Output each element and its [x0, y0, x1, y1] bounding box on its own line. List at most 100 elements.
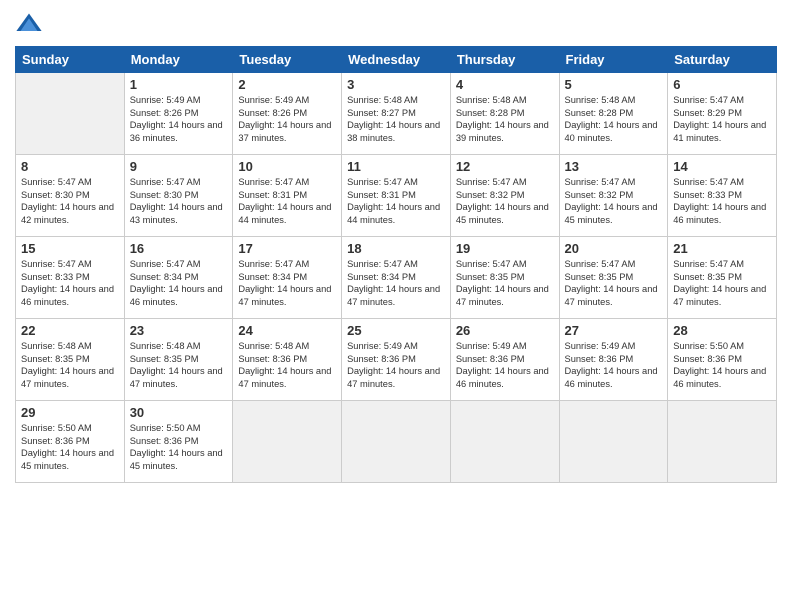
day-cell-19: 19 Sunrise: 5:47 AMSunset: 8:35 PMDaylig… [450, 237, 559, 319]
day-info: Sunrise: 5:48 AMSunset: 8:35 PMDaylight:… [130, 340, 228, 390]
day-info: Sunrise: 5:47 AMSunset: 8:31 PMDaylight:… [347, 176, 445, 226]
day-number: 1 [130, 77, 228, 92]
day-info: Sunrise: 5:47 AMSunset: 8:35 PMDaylight:… [565, 258, 663, 308]
day-number: 17 [238, 241, 336, 256]
day-cell-14: 14 Sunrise: 5:47 AMSunset: 8:33 PMDaylig… [668, 155, 777, 237]
day-number: 5 [565, 77, 663, 92]
page: SundayMondayTuesdayWednesdayThursdayFrid… [0, 0, 792, 612]
day-cell-23: 23 Sunrise: 5:48 AMSunset: 8:35 PMDaylig… [124, 319, 233, 401]
day-cell-4: 4 Sunrise: 5:48 AMSunset: 8:28 PMDayligh… [450, 73, 559, 155]
day-info: Sunrise: 5:47 AMSunset: 8:32 PMDaylight:… [456, 176, 554, 226]
day-info: Sunrise: 5:47 AMSunset: 8:35 PMDaylight:… [456, 258, 554, 308]
day-cell-12: 12 Sunrise: 5:47 AMSunset: 8:32 PMDaylig… [450, 155, 559, 237]
day-number: 27 [565, 323, 663, 338]
day-number: 28 [673, 323, 771, 338]
day-info: Sunrise: 5:50 AMSunset: 8:36 PMDaylight:… [21, 422, 119, 472]
day-cell-27: 27 Sunrise: 5:49 AMSunset: 8:36 PMDaylig… [559, 319, 668, 401]
day-number: 19 [456, 241, 554, 256]
day-info: Sunrise: 5:48 AMSunset: 8:35 PMDaylight:… [21, 340, 119, 390]
day-number: 22 [21, 323, 119, 338]
header-cell-friday: Friday [559, 47, 668, 73]
day-number: 8 [21, 159, 119, 174]
day-number: 11 [347, 159, 445, 174]
day-cell-10: 10 Sunrise: 5:47 AMSunset: 8:31 PMDaylig… [233, 155, 342, 237]
day-info: Sunrise: 5:47 AMSunset: 8:34 PMDaylight:… [238, 258, 336, 308]
day-cell-17: 17 Sunrise: 5:47 AMSunset: 8:34 PMDaylig… [233, 237, 342, 319]
day-number: 25 [347, 323, 445, 338]
day-cell-8: 8 Sunrise: 5:47 AMSunset: 8:30 PMDayligh… [16, 155, 125, 237]
day-cell-24: 24 Sunrise: 5:48 AMSunset: 8:36 PMDaylig… [233, 319, 342, 401]
day-info: Sunrise: 5:49 AMSunset: 8:36 PMDaylight:… [347, 340, 445, 390]
header-row: SundayMondayTuesdayWednesdayThursdayFrid… [16, 47, 777, 73]
day-info: Sunrise: 5:49 AMSunset: 8:26 PMDaylight:… [238, 94, 336, 144]
day-info: Sunrise: 5:47 AMSunset: 8:34 PMDaylight:… [347, 258, 445, 308]
day-number: 9 [130, 159, 228, 174]
week-row-0: 1 Sunrise: 5:49 AMSunset: 8:26 PMDayligh… [16, 73, 777, 155]
day-cell-11: 11 Sunrise: 5:47 AMSunset: 8:31 PMDaylig… [342, 155, 451, 237]
day-number: 21 [673, 241, 771, 256]
day-cell-28: 28 Sunrise: 5:50 AMSunset: 8:36 PMDaylig… [668, 319, 777, 401]
day-info: Sunrise: 5:50 AMSunset: 8:36 PMDaylight:… [673, 340, 771, 390]
day-number: 23 [130, 323, 228, 338]
calendar-table: SundayMondayTuesdayWednesdayThursdayFrid… [15, 46, 777, 483]
day-number: 6 [673, 77, 771, 92]
week-row-2: 15 Sunrise: 5:47 AMSunset: 8:33 PMDaylig… [16, 237, 777, 319]
empty-cell [16, 73, 125, 155]
day-cell-2: 2 Sunrise: 5:49 AMSunset: 8:26 PMDayligh… [233, 73, 342, 155]
day-info: Sunrise: 5:47 AMSunset: 8:34 PMDaylight:… [130, 258, 228, 308]
day-info: Sunrise: 5:48 AMSunset: 8:27 PMDaylight:… [347, 94, 445, 144]
day-info: Sunrise: 5:47 AMSunset: 8:33 PMDaylight:… [673, 176, 771, 226]
empty-cell [450, 401, 559, 483]
day-cell-20: 20 Sunrise: 5:47 AMSunset: 8:35 PMDaylig… [559, 237, 668, 319]
header [15, 10, 777, 38]
calendar-body: 1 Sunrise: 5:49 AMSunset: 8:26 PMDayligh… [16, 73, 777, 483]
day-number: 3 [347, 77, 445, 92]
day-info: Sunrise: 5:49 AMSunset: 8:26 PMDaylight:… [130, 94, 228, 144]
day-cell-13: 13 Sunrise: 5:47 AMSunset: 8:32 PMDaylig… [559, 155, 668, 237]
day-cell-1: 1 Sunrise: 5:49 AMSunset: 8:26 PMDayligh… [124, 73, 233, 155]
day-number: 10 [238, 159, 336, 174]
day-info: Sunrise: 5:49 AMSunset: 8:36 PMDaylight:… [456, 340, 554, 390]
header-cell-saturday: Saturday [668, 47, 777, 73]
day-number: 16 [130, 241, 228, 256]
day-info: Sunrise: 5:49 AMSunset: 8:36 PMDaylight:… [565, 340, 663, 390]
day-info: Sunrise: 5:47 AMSunset: 8:31 PMDaylight:… [238, 176, 336, 226]
day-number: 26 [456, 323, 554, 338]
day-cell-26: 26 Sunrise: 5:49 AMSunset: 8:36 PMDaylig… [450, 319, 559, 401]
header-cell-thursday: Thursday [450, 47, 559, 73]
empty-cell [559, 401, 668, 483]
day-number: 13 [565, 159, 663, 174]
header-cell-monday: Monday [124, 47, 233, 73]
day-number: 4 [456, 77, 554, 92]
day-info: Sunrise: 5:47 AMSunset: 8:35 PMDaylight:… [673, 258, 771, 308]
day-info: Sunrise: 5:50 AMSunset: 8:36 PMDaylight:… [130, 422, 228, 472]
day-cell-5: 5 Sunrise: 5:48 AMSunset: 8:28 PMDayligh… [559, 73, 668, 155]
day-info: Sunrise: 5:47 AMSunset: 8:30 PMDaylight:… [130, 176, 228, 226]
week-row-4: 29 Sunrise: 5:50 AMSunset: 8:36 PMDaylig… [16, 401, 777, 483]
calendar-header: SundayMondayTuesdayWednesdayThursdayFrid… [16, 47, 777, 73]
day-cell-29: 29 Sunrise: 5:50 AMSunset: 8:36 PMDaylig… [16, 401, 125, 483]
day-info: Sunrise: 5:47 AMSunset: 8:33 PMDaylight:… [21, 258, 119, 308]
empty-cell [233, 401, 342, 483]
week-row-3: 22 Sunrise: 5:48 AMSunset: 8:35 PMDaylig… [16, 319, 777, 401]
day-cell-30: 30 Sunrise: 5:50 AMSunset: 8:36 PMDaylig… [124, 401, 233, 483]
day-number: 29 [21, 405, 119, 420]
day-number: 18 [347, 241, 445, 256]
day-cell-21: 21 Sunrise: 5:47 AMSunset: 8:35 PMDaylig… [668, 237, 777, 319]
day-cell-18: 18 Sunrise: 5:47 AMSunset: 8:34 PMDaylig… [342, 237, 451, 319]
day-info: Sunrise: 5:47 AMSunset: 8:30 PMDaylight:… [21, 176, 119, 226]
day-info: Sunrise: 5:48 AMSunset: 8:28 PMDaylight:… [456, 94, 554, 144]
day-cell-6: 6 Sunrise: 5:47 AMSunset: 8:29 PMDayligh… [668, 73, 777, 155]
day-info: Sunrise: 5:48 AMSunset: 8:36 PMDaylight:… [238, 340, 336, 390]
day-info: Sunrise: 5:47 AMSunset: 8:32 PMDaylight:… [565, 176, 663, 226]
day-number: 24 [238, 323, 336, 338]
empty-cell [668, 401, 777, 483]
header-cell-sunday: Sunday [16, 47, 125, 73]
day-info: Sunrise: 5:47 AMSunset: 8:29 PMDaylight:… [673, 94, 771, 144]
header-cell-wednesday: Wednesday [342, 47, 451, 73]
day-number: 20 [565, 241, 663, 256]
empty-cell [342, 401, 451, 483]
day-cell-15: 15 Sunrise: 5:47 AMSunset: 8:33 PMDaylig… [16, 237, 125, 319]
day-number: 2 [238, 77, 336, 92]
day-number: 30 [130, 405, 228, 420]
